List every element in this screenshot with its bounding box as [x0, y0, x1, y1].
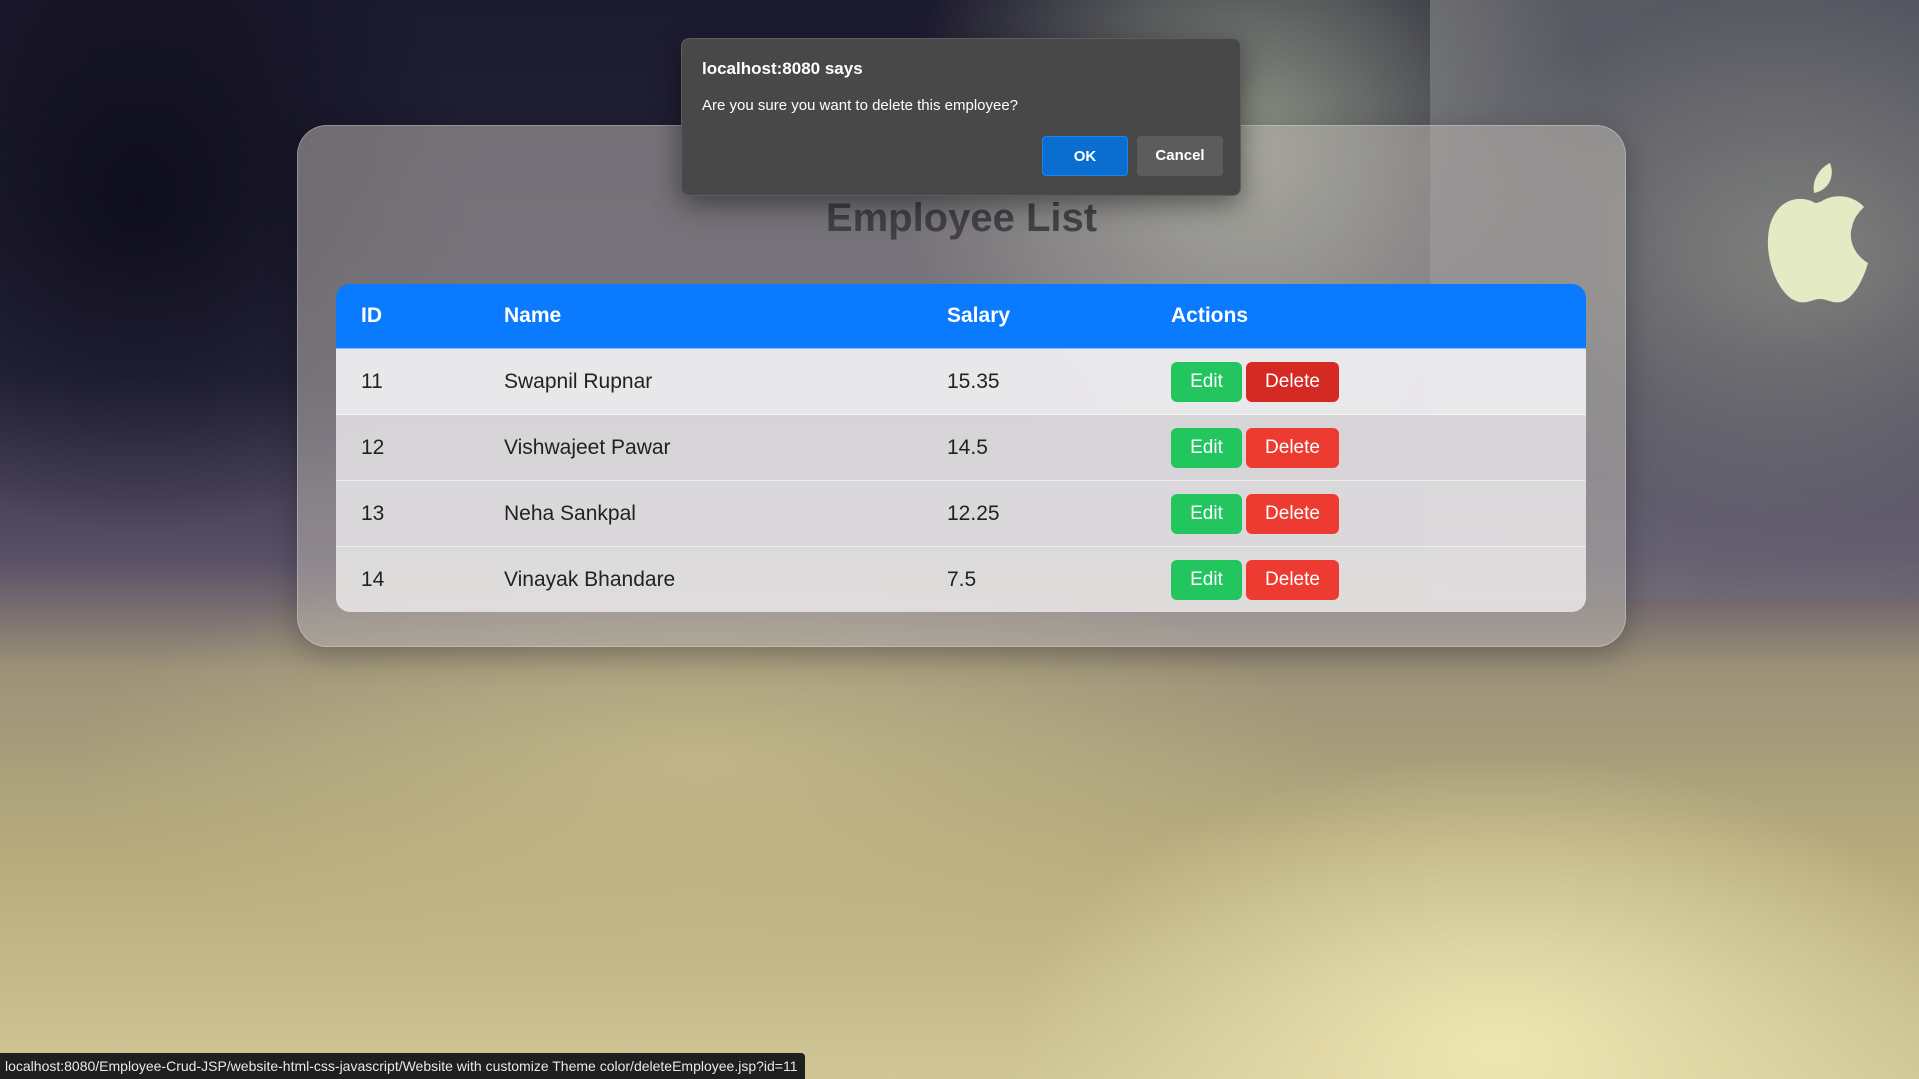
header-salary: Salary [947, 304, 1011, 327]
status-bar-url: localhost:8080/Employee-Crud-JSP/website… [0, 1053, 805, 1079]
cell-id: 14 [336, 546, 479, 612]
apple-logo-icon [1767, 163, 1868, 303]
cell-salary: 14.5 [922, 414, 1146, 481]
employee-table-container: ID Name Salary Actions 11 Swapnil Rupnar… [336, 284, 1586, 612]
delete-button[interactable]: Delete [1246, 493, 1339, 534]
page-title: Employee List [825, 196, 1098, 240]
employee-list-card: Employee List ID Name Salary Actions 11 … [297, 125, 1626, 647]
cell-name: Vishwajeet Pawar [479, 414, 922, 481]
delete-button[interactable]: Delete [1246, 427, 1339, 468]
dialog-message: Are you sure you want to delete this emp… [702, 97, 1019, 114]
cell-name: Vinayak Bhandare [479, 546, 922, 612]
cell-name: Swapnil Rupnar [479, 348, 922, 415]
table-row: 14 Vinayak Bhandare 7.5 Edit Delete [336, 546, 1586, 612]
header-name: Name [504, 304, 562, 327]
delete-button[interactable]: Delete [1246, 559, 1339, 600]
delete-button[interactable]: Delete [1246, 361, 1339, 402]
cell-salary: 15.35 [922, 348, 1146, 415]
ok-button[interactable]: OK [1042, 136, 1128, 176]
cell-id: 13 [336, 480, 479, 547]
edit-button[interactable]: Edit [1171, 493, 1242, 534]
cell-actions: Edit Delete [1146, 348, 1586, 415]
cell-id: 12 [336, 414, 479, 481]
table-row: 13 Neha Sankpal 12.25 Edit Delete [336, 480, 1586, 547]
table-row: 11 Swapnil Rupnar 15.35 Edit Delete [336, 348, 1586, 415]
table-header-row: ID Name Salary Actions [336, 284, 1586, 349]
cancel-button[interactable]: Cancel [1137, 136, 1223, 176]
table-row: 12 Vishwajeet Pawar 14.5 Edit Delete [336, 414, 1586, 481]
cell-id: 11 [336, 348, 479, 415]
header-id: ID [361, 304, 382, 327]
employee-table: ID Name Salary Actions 11 Swapnil Rupnar… [336, 284, 1586, 612]
dialog-title: localhost:8080 says [702, 59, 863, 78]
cell-actions: Edit Delete [1146, 414, 1586, 481]
cell-actions: Edit Delete [1146, 480, 1586, 547]
cell-name: Neha Sankpal [479, 480, 922, 547]
cell-salary: 7.5 [922, 546, 1146, 612]
confirm-dialog: localhost:8080 says Are you sure you wan… [681, 38, 1241, 196]
edit-button[interactable]: Edit [1171, 361, 1242, 402]
header-actions: Actions [1171, 304, 1249, 327]
edit-button[interactable]: Edit [1171, 427, 1242, 468]
cell-actions: Edit Delete [1146, 546, 1586, 612]
cell-salary: 12.25 [922, 480, 1146, 547]
edit-button[interactable]: Edit [1171, 559, 1242, 600]
